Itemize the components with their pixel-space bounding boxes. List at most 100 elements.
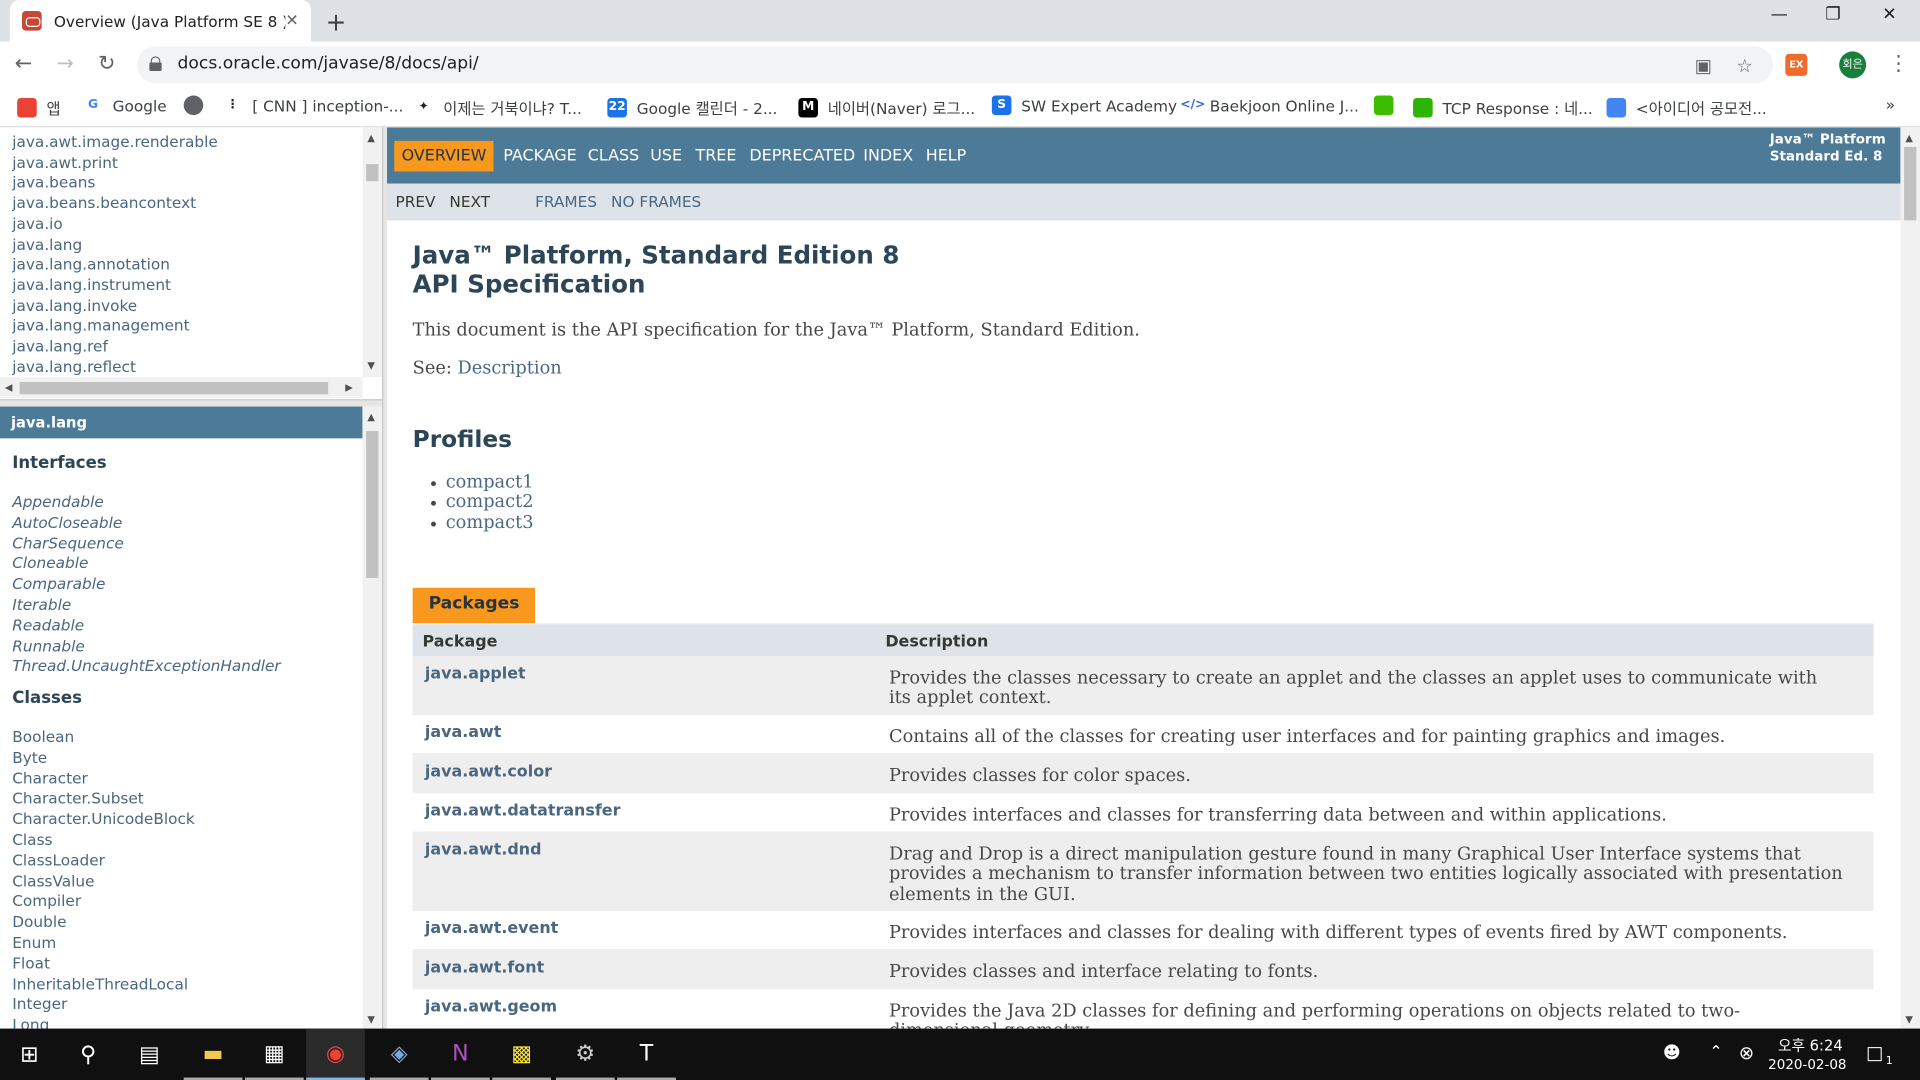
package-link[interactable]: java.awt.image.renderable (12, 132, 218, 152)
scrollbar-thumb[interactable] (366, 431, 379, 578)
eclipse-icon[interactable]: ◈ (369, 1029, 429, 1080)
profile-link[interactable]: compact2 (431, 493, 534, 513)
class-link[interactable]: ClassValue (12, 871, 195, 892)
lock-icon[interactable] (149, 56, 162, 72)
interface-link[interactable]: AutoCloseable (12, 513, 280, 534)
bookmark-google[interactable]: G Google (83, 95, 167, 116)
package-link[interactable]: java.lang.instrument (12, 275, 218, 295)
package-name-link[interactable]: java.awt.geom (425, 998, 557, 1016)
bookmark-globe[interactable] (183, 95, 213, 116)
status-icon[interactable]: ⊗ (1739, 1042, 1754, 1064)
scrollbar-thumb[interactable] (1904, 146, 1917, 221)
nav-tree[interactable]: TREE (696, 147, 737, 165)
typora-icon[interactable]: T (617, 1029, 676, 1080)
package-link[interactable]: java.lang.annotation (12, 255, 218, 275)
forward-icon[interactable]: → (56, 51, 73, 75)
profile-link[interactable]: compact3 (431, 513, 534, 533)
nav-class[interactable]: CLASS (588, 147, 639, 165)
package-link[interactable]: java.lang.ref (12, 337, 218, 357)
nav-deprecated[interactable]: DEPRECATED (749, 147, 855, 165)
back-icon[interactable]: ← (15, 51, 32, 75)
class-link[interactable]: Character.Subset (12, 789, 195, 810)
scroll-left-icon[interactable]: ◀ (5, 382, 13, 393)
people-icon[interactable]: ☻ (1663, 1043, 1681, 1063)
chrome-icon[interactable]: ◉ (306, 1028, 365, 1080)
bookmark-calendar[interactable]: 22 Google 캘린더 - 2... (607, 96, 777, 119)
new-tab-button[interactable]: + (326, 7, 347, 36)
vertical-scrollbar[interactable]: ▲ ▼ (362, 127, 383, 378)
class-link[interactable]: Long (12, 1015, 195, 1028)
package-link[interactable]: java.lang.invoke (12, 296, 218, 316)
package-name-link[interactable]: java.awt.font (425, 959, 544, 977)
interface-link[interactable]: Appendable (12, 492, 280, 513)
bookmark-tcp[interactable]: TCP Response : 네... (1413, 96, 1593, 119)
scroll-down-icon[interactable]: ▼ (367, 1014, 375, 1025)
package-link[interactable]: java.beans.beancontext (12, 194, 218, 214)
package-link[interactable]: java.io (12, 214, 218, 234)
scroll-down-icon[interactable]: ▼ (1905, 1014, 1913, 1025)
search-icon[interactable]: ⚲ (59, 1029, 118, 1080)
interface-link[interactable]: CharSequence (12, 533, 280, 554)
close-tab-icon[interactable]: ✕ (285, 12, 298, 30)
address-bar[interactable]: docs.oracle.com/javase/8/docs/api/ ▣ ☆ (137, 46, 1774, 84)
class-link[interactable]: Boolean (12, 727, 195, 748)
frames-link[interactable]: FRAMES (535, 192, 597, 210)
nav-package[interactable]: PACKAGE (503, 147, 576, 165)
scroll-up-icon[interactable]: ▲ (367, 132, 375, 143)
bookmark-naver[interactable]: M 네이버(Naver) 로그... (798, 96, 975, 119)
package-title[interactable]: java.lang (11, 414, 87, 431)
sticky-notes-icon[interactable]: ▩ (492, 1029, 552, 1080)
description-link[interactable]: Description (457, 359, 561, 379)
package-link[interactable]: java.awt.print (12, 153, 218, 173)
package-link[interactable]: java.lang.reflect (12, 357, 218, 377)
profile-link[interactable]: compact1 (431, 473, 534, 493)
package-name-link[interactable]: java.awt.event (425, 920, 558, 938)
nav-help[interactable]: HELP (926, 147, 967, 165)
clock-date[interactable]: 2020-02-08 (1768, 1057, 1846, 1073)
bookmark-baekjoon[interactable]: </> Baekjoon Online J... (1180, 95, 1359, 116)
notification-icon[interactable]: □ (1866, 1042, 1883, 1064)
package-link[interactable]: java.lang (12, 235, 218, 255)
extension-icon[interactable]: EX (1785, 53, 1808, 76)
calculator-icon[interactable]: ▦ (244, 1029, 304, 1080)
nav-use[interactable]: USE (650, 147, 682, 165)
scroll-up-icon[interactable]: ▲ (367, 411, 375, 422)
package-name-link[interactable]: java.awt (425, 724, 501, 742)
reload-icon[interactable]: ↻ (98, 51, 115, 75)
settings-gear-icon[interactable]: ⚙ (555, 1029, 615, 1080)
bookmark-overflow[interactable]: » (1886, 96, 1895, 114)
frame-divider[interactable] (0, 399, 383, 407)
horizontal-scrollbar[interactable]: ◀ ▶ (0, 377, 363, 398)
interface-link[interactable]: Thread.UncaughtExceptionHandler (12, 657, 280, 678)
scroll-down-icon[interactable]: ▼ (367, 360, 375, 371)
scroll-right-icon[interactable]: ▶ (345, 382, 353, 393)
file-explorer-icon[interactable]: ▬ (183, 1029, 243, 1080)
minimize-icon[interactable]: — (1751, 5, 1807, 25)
bookmark-naver-green[interactable] (1373, 95, 1403, 116)
class-link[interactable]: Class (12, 830, 195, 851)
package-name-link[interactable]: java.applet (425, 665, 526, 683)
class-link[interactable]: Character.UnicodeBlock (12, 810, 195, 831)
class-link[interactable]: Enum (12, 933, 195, 954)
package-link[interactable]: java.beans (12, 173, 218, 193)
no-frames-link[interactable]: NO FRAMES (611, 192, 701, 210)
profile-avatar[interactable]: 회은 (1839, 51, 1867, 79)
package-name-link[interactable]: java.awt.color (425, 763, 552, 781)
scroll-up-icon[interactable]: ▲ (1905, 132, 1913, 143)
translate-icon[interactable]: ▣ (1695, 55, 1712, 77)
browser-tab[interactable]: Overview (Java Platform SE 8 ) ✕ (9, 0, 312, 42)
bookmark-cnn[interactable]: ⋮[ CNN ] inception-... (222, 95, 403, 116)
class-link[interactable]: ClassLoader (12, 851, 195, 872)
interface-link[interactable]: Readable (12, 616, 280, 637)
show-hidden-icons-icon[interactable]: ⌃ (1709, 1043, 1722, 1061)
bookmark-star-icon[interactable]: ☆ (1736, 55, 1752, 77)
windows-start-icon[interactable]: ⊞ (0, 1029, 59, 1080)
package-link[interactable]: java.lang.management (12, 316, 218, 336)
scrollbar-thumb[interactable] (19, 382, 329, 395)
class-link[interactable]: Float (12, 954, 195, 975)
clock-time[interactable]: 오후 6:24 (1778, 1035, 1843, 1056)
interface-link[interactable]: Comparable (12, 575, 280, 596)
bookmark-apps[interactable]: 앱 (17, 96, 61, 119)
class-link[interactable]: InheritableThreadLocal (12, 974, 195, 995)
nav-overview[interactable]: OVERVIEW (394, 140, 494, 172)
